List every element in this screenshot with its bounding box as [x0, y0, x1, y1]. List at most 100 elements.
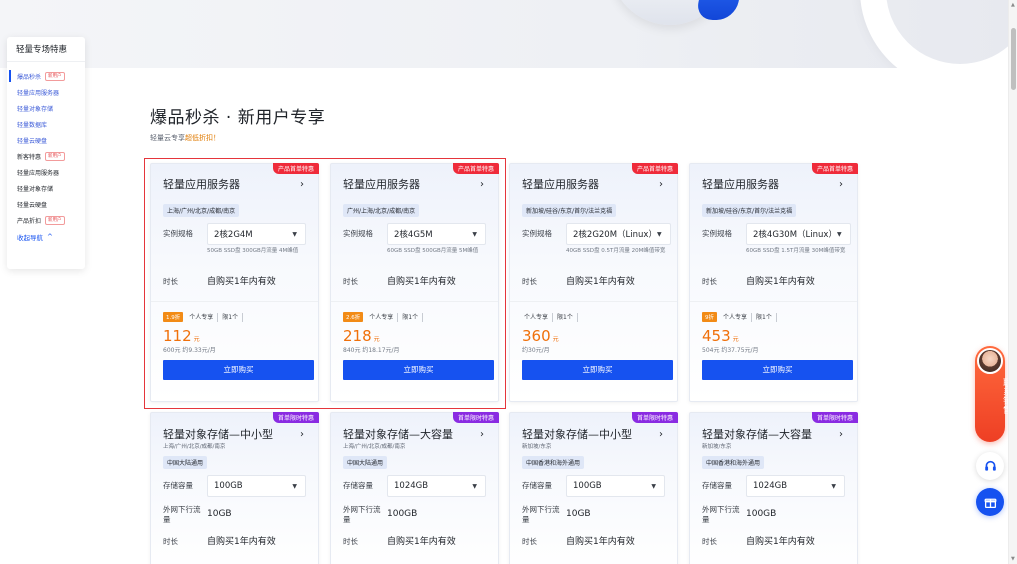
headset-icon[interactable] [976, 452, 1004, 480]
spec-select[interactable]: 2核2G20M（Linux） ▼ [566, 223, 671, 245]
chevron-down-icon: ▼ [292, 230, 297, 238]
spec-description: 60GB SSD盘 500GB月流量 5M峰值 [387, 248, 479, 254]
nav-item-object-storage[interactable]: 轻量对象存储 [7, 100, 85, 116]
card-title: 轻量应用服务器 [522, 178, 599, 191]
buy-now-button[interactable]: 立即购买 [522, 360, 673, 380]
new-user-tag: 新用户 [45, 71, 65, 81]
region-tag: 中国香港和海外通用 [702, 456, 765, 469]
card-title: 轻量对象存储—中小型 [522, 428, 632, 441]
price-unit: 元 [552, 336, 559, 343]
spec-value: 2核4G30M（Linux） [753, 230, 837, 240]
contact-sales-button[interactable]: 联系销售 [975, 346, 1011, 442]
duration-label: 时长 [343, 277, 358, 286]
capacity-select[interactable]: 100GB ▼ [566, 475, 665, 497]
new-user-tag: 新用户 [45, 151, 65, 161]
storage-card: 首单限时特惠 轻量对象存储—大容量 › 上海/广州/北京/成都/南京 中国大陆通用 存储容… [330, 412, 499, 564]
nav-item-new-lighthouse-server[interactable]: 轻量应用服务器 [7, 164, 85, 180]
server-card: 产品首单特惠 轻量应用服务器 › 上海/广州/北京/成都/南京 实例规格 2核2G4M ▼ 5… [150, 163, 319, 402]
sub-region-text: 新加坡/东京 [702, 444, 732, 450]
nav-item-new-object-storage[interactable]: 轻量对象存储 [7, 180, 85, 196]
price-unit: 元 [373, 336, 380, 343]
spec-row: 实例规格 2核2G4M ▼ [151, 223, 318, 245]
duration-row: 时长 自购买1年内有效 [510, 531, 677, 553]
price: 218 元 [331, 327, 498, 345]
chevron-down-icon: ▼ [472, 230, 477, 238]
chevron-down-icon: ▼ [472, 482, 477, 490]
duration-label: 时长 [702, 537, 717, 546]
spec-select[interactable]: 2核4G5M ▼ [387, 223, 486, 245]
subtitle-highlight: 超低折扣！ [185, 134, 220, 142]
scrollbar-thumb[interactable] [1011, 28, 1016, 90]
divider [690, 301, 857, 302]
side-nav-title: 轻量专场特惠 [7, 43, 85, 62]
region-tag: 上海/广州/北京/成都/南京 [163, 204, 240, 217]
chevron-right-icon: › [300, 178, 304, 190]
page-scrollbar[interactable]: ▲ ▼ [1008, 0, 1017, 564]
scroll-up-arrow-icon[interactable]: ▲ [1011, 2, 1015, 8]
gift-icon[interactable] [976, 488, 1004, 516]
nav-item-database[interactable]: 轻量数据库 [7, 116, 85, 132]
card-title: 轻量应用服务器 [163, 178, 240, 191]
offer-tag: 限1个 [398, 312, 424, 322]
chevron-up-icon: ^ [47, 233, 53, 241]
divider [510, 301, 677, 302]
offer-tags: 2.6折 个人专享 限1个 [331, 311, 498, 323]
card-header-link[interactable]: 轻量应用服务器 › [690, 170, 857, 198]
nav-item-cloud-disk[interactable]: 轻量云硬盘 [7, 132, 85, 148]
traffic-row: 外网下行流量 100GB [690, 503, 857, 525]
hero-banner [0, 0, 1008, 68]
spec-select[interactable]: 2核2G4M ▼ [207, 223, 306, 245]
capacity-select[interactable]: 100GB ▼ [207, 475, 306, 497]
buy-now-button[interactable]: 立即购买 [343, 360, 494, 380]
spec-label: 实例规格 [343, 229, 373, 238]
original-price: 600元 约9.33元/月 [163, 347, 216, 354]
chevron-right-icon: › [659, 178, 663, 190]
card-title: 轻量对象存储—大容量 [702, 428, 812, 441]
buy-now-button[interactable]: 立即购买 [163, 360, 314, 380]
capacity-select[interactable]: 1024GB ▼ [387, 475, 486, 497]
promo-ribbon: 首单限时特惠 [811, 412, 858, 423]
capacity-label: 存储容量 [343, 481, 373, 490]
price-value: 360 [522, 327, 551, 345]
capacity-value: 1024GB [394, 481, 429, 491]
spec-row: 实例规格 2核4G30M（Linux） ▼ [690, 223, 857, 245]
spec-select[interactable]: 2核4G30M（Linux） ▼ [746, 223, 851, 245]
nav-item-lighthouse-server[interactable]: 轻量应用服务器 [7, 84, 85, 100]
subtitle-text: 轻量云专享 [150, 134, 185, 142]
hero-decoration-ring [860, 0, 1008, 68]
section-subtitle: 轻量云专享超低折扣！ [150, 133, 220, 143]
capacity-label: 存储容量 [163, 481, 193, 490]
region-tag: 中国香港和海外通用 [522, 456, 585, 469]
duration-row: 时长 自购买1年内有效 [331, 271, 498, 293]
card-header-link[interactable]: 轻量应用服务器 › [331, 170, 498, 198]
duration-row: 时长 自购买1年内有效 [331, 531, 498, 553]
sub-region-text: 上海/广州/北京/成都/南京 [343, 444, 406, 450]
promo-ribbon: 首单限时特惠 [452, 412, 499, 423]
nav-item-flash-sale[interactable]: 爆品秒杀 新用户 [7, 68, 85, 84]
duration-value: 自购买1年内有效 [207, 277, 276, 287]
traffic-value: 100GB [387, 509, 418, 519]
discount-badge: 9折 [702, 312, 717, 322]
price-value: 453 [702, 327, 731, 345]
nav-item-new-cloud-disk[interactable]: 轻量云硬盘 [7, 196, 85, 212]
spec-description: 50GB SSD盘 300GB月流量 4M峰值 [207, 248, 299, 254]
nav-item-new-customer[interactable]: 新客特惠 新用户 [7, 148, 85, 164]
storage-card: 首单限时特惠 轻量对象存储—大容量 › 新加坡/东京 中国香港和海外通用 存储容量 1024… [689, 412, 858, 564]
duration-label: 时长 [163, 277, 178, 286]
traffic-row: 外网下行流量 100GB [331, 503, 498, 525]
side-nav: 轻量专场特惠 爆品秒杀 新用户 轻量应用服务器 轻量对象存储 轻量数据库 轻量云… [7, 37, 85, 269]
scroll-down-arrow-icon[interactable]: ▼ [1011, 556, 1015, 562]
card-header-link[interactable]: 轻量应用服务器 › [510, 170, 677, 198]
nav-item-discount[interactable]: 产品折扣 新用户 [7, 212, 85, 228]
buy-now-button[interactable]: 立即购买 [702, 360, 853, 380]
capacity-select[interactable]: 1024GB ▼ [746, 475, 845, 497]
chevron-right-icon: › [300, 428, 304, 440]
collapse-nav-button[interactable]: 收起导航 ^ [7, 228, 85, 246]
spec-row: 实例规格 2核2G20M（Linux） ▼ [510, 223, 677, 245]
card-header-link[interactable]: 轻量应用服务器 › [151, 170, 318, 198]
chevron-right-icon: › [839, 178, 843, 190]
chevron-right-icon: › [480, 428, 484, 440]
price-unit: 元 [732, 336, 739, 343]
nav-item-label: 轻量对象存储 [17, 105, 54, 113]
divider [331, 301, 498, 302]
